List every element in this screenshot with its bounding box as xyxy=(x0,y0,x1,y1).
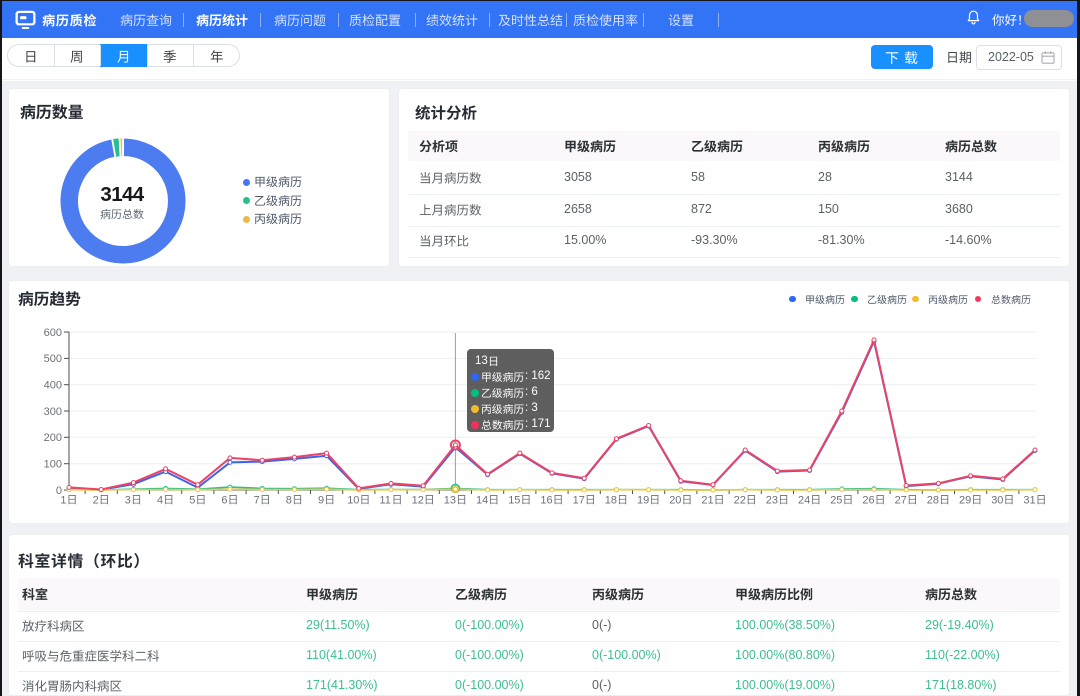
svg-text:15: 15 xyxy=(508,495,520,507)
svg-text:2: 2 xyxy=(93,495,99,507)
svg-text:20: 20 xyxy=(669,495,681,507)
svg-text:14: 14 xyxy=(476,495,488,507)
svg-text:200: 200 xyxy=(44,432,62,444)
svg-text:19: 19 xyxy=(637,495,649,507)
svg-text:4: 4 xyxy=(157,495,163,507)
svg-text:6: 6 xyxy=(221,495,227,507)
svg-text:26: 26 xyxy=(862,495,874,507)
svg-text:13: 13 xyxy=(444,495,456,507)
svg-text:29: 29 xyxy=(959,495,971,507)
svg-text:31: 31 xyxy=(1023,495,1035,507)
svg-text:11: 11 xyxy=(379,495,390,507)
svg-text:500: 500 xyxy=(44,353,62,365)
svg-text:5: 5 xyxy=(189,495,195,507)
svg-text:25: 25 xyxy=(830,495,842,507)
svg-text:16: 16 xyxy=(540,495,552,507)
svg-text:17: 17 xyxy=(573,495,585,507)
svg-text:24: 24 xyxy=(798,495,810,507)
svg-text:22: 22 xyxy=(734,495,746,507)
svg-text:10: 10 xyxy=(347,495,359,507)
svg-text:12: 12 xyxy=(412,495,424,507)
svg-text:100: 100 xyxy=(44,459,62,471)
svg-text:9: 9 xyxy=(318,495,324,507)
svg-text:27: 27 xyxy=(895,495,907,507)
svg-text:400: 400 xyxy=(44,380,62,392)
svg-text:3: 3 xyxy=(125,495,131,507)
svg-text:8: 8 xyxy=(286,495,292,507)
svg-text:300: 300 xyxy=(44,406,62,418)
svg-text:21: 21 xyxy=(701,495,713,507)
svg-text:18: 18 xyxy=(605,495,617,507)
svg-text:7: 7 xyxy=(254,495,260,507)
svg-text:1: 1 xyxy=(60,495,66,507)
svg-text:28: 28 xyxy=(927,495,939,507)
svg-text:600: 600 xyxy=(44,327,62,339)
svg-text:23: 23 xyxy=(766,495,778,507)
svg-text:30: 30 xyxy=(991,495,1003,507)
